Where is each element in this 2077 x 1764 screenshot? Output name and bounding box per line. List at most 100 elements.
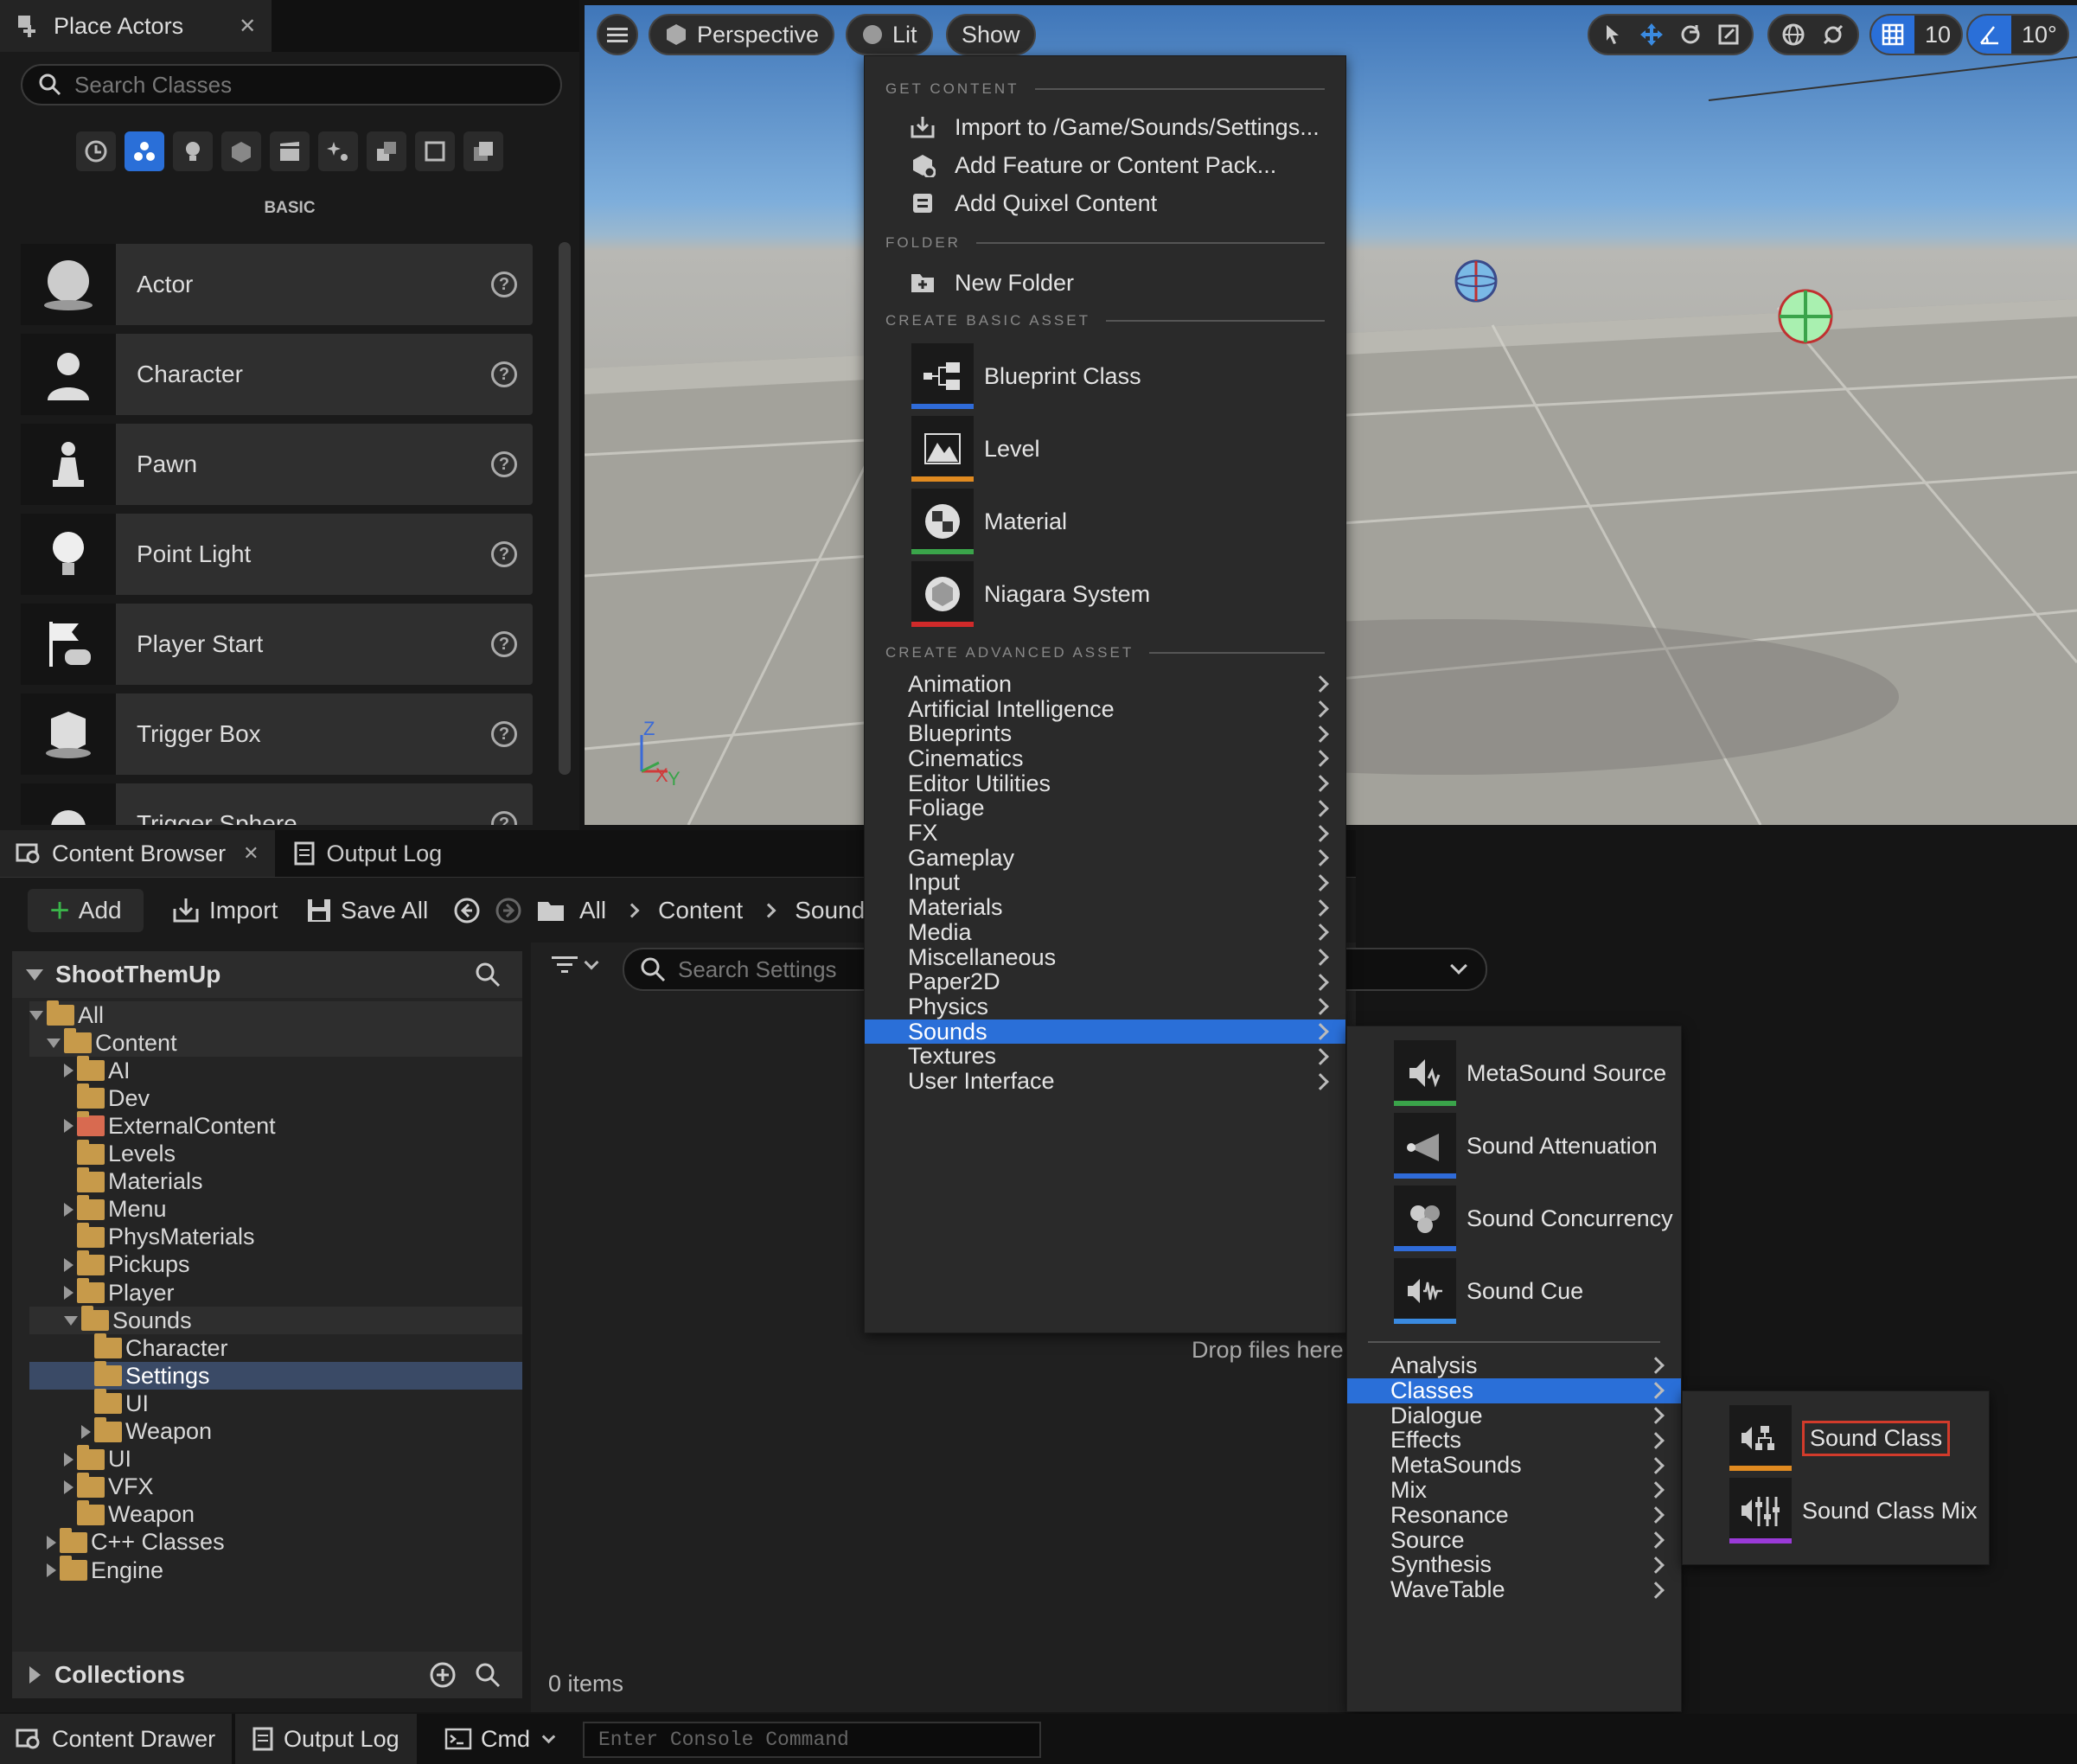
advanced-menu-item[interactable]: Artificial Intelligence [865,696,1345,722]
expand-right-icon[interactable] [64,1064,73,1078]
filter-button[interactable] [552,955,599,975]
expand-right-icon[interactable] [47,1535,56,1550]
rotation-snap-button[interactable]: 10° [1966,14,2069,55]
sounds-submenu-item[interactable]: Classes [1347,1377,1681,1403]
expand-down-icon[interactable] [29,1010,43,1020]
sounds-submenu-item[interactable]: Effects [1347,1427,1681,1453]
select-icon[interactable] [1601,23,1624,46]
search-icon[interactable] [474,961,502,988]
niagara-system-menu-item[interactable]: Niagara System [865,558,1345,630]
move-icon[interactable] [1639,22,1664,47]
project-header[interactable]: ShootThemUp [12,951,522,998]
lit-button[interactable]: Lit [846,14,933,55]
advanced-menu-item[interactable]: Foliage [865,795,1345,821]
expand-right-icon[interactable] [64,1202,73,1217]
advanced-menu-item[interactable]: Miscellaneous [865,944,1345,970]
shapes-icon[interactable] [221,131,261,171]
actor-item-trigger-sphere[interactable]: Trigger Sphere ? [21,783,533,825]
metasound-source-menu-item[interactable]: MetaSound Source [1347,1037,1681,1109]
sounds-submenu-item[interactable]: MetaSounds [1347,1452,1681,1478]
folder-tree-item[interactable]: Content [29,1028,522,1058]
geometry-icon[interactable] [367,131,406,171]
scale-icon[interactable] [1717,23,1740,46]
output-log-tab[interactable]: Output Log [275,830,462,877]
help-icon[interactable]: ? [491,451,517,477]
expand-right-icon[interactable] [64,1286,73,1300]
sound-cue-menu-item[interactable]: Sound Cue [1347,1255,1681,1327]
folder-tree-item[interactable]: Levels [29,1139,522,1168]
folder-tree-item[interactable]: PhysMaterials [29,1222,522,1251]
search-classes-input[interactable]: Search Classes [21,64,562,105]
expand-right-icon[interactable] [81,1424,91,1439]
help-icon[interactable]: ? [491,721,517,747]
place-actors-tab[interactable]: Place Actors ✕ [0,0,272,52]
actor-item-character[interactable]: Character ? [21,334,533,415]
content-drawer-button[interactable]: Content Drawer [0,1714,232,1764]
rotate-icon[interactable] [1679,23,1702,46]
green-sphere-actor[interactable] [1776,287,1835,346]
help-icon[interactable]: ? [491,361,517,387]
expand-right-icon[interactable] [64,1452,73,1467]
sound-attenuation-menu-item[interactable]: Sound Attenuation [1347,1109,1681,1182]
folder-tree-item[interactable]: C++ Classes [29,1527,522,1556]
help-icon[interactable]: ? [491,811,517,825]
recent-icon[interactable] [76,131,116,171]
visual-effects-icon[interactable] [318,131,358,171]
import-button[interactable]: Import [171,889,278,932]
add-quixel-menu-item[interactable]: Add Quixel Content [865,184,1345,222]
folder-tree-item[interactable]: Player [29,1278,522,1307]
collections-header[interactable]: Collections [12,1652,522,1698]
folder-tree-item[interactable]: AI [29,1056,522,1084]
advanced-menu-item[interactable]: Input [865,869,1345,895]
advanced-menu-item[interactable]: Blueprints [865,720,1345,746]
sound-class-menu-item[interactable]: Sound Class [1683,1402,1989,1474]
save-all-button[interactable]: Save All [306,889,428,932]
folder-tree-item[interactable]: VFX [29,1472,522,1501]
surface-snap-icon[interactable] [1821,22,1845,47]
add-feature-menu-item[interactable]: Add Feature or Content Pack... [865,146,1345,184]
folder-tree-item[interactable]: Sounds [29,1306,522,1335]
advanced-menu-item[interactable]: Materials [865,894,1345,920]
lights-icon[interactable] [173,131,213,171]
sounds-submenu-item[interactable]: Synthesis [1347,1551,1681,1577]
folder-tree-item[interactable]: Menu [29,1194,522,1224]
viewport-menu-button[interactable] [597,14,638,55]
folder-tree-item[interactable]: All [29,1000,522,1029]
expand-down-icon[interactable] [47,1038,61,1048]
sound-concurrency-menu-item[interactable]: Sound Concurrency [1347,1182,1681,1255]
chevron-down-icon[interactable] [1450,957,1467,975]
show-button[interactable]: Show [946,14,1036,55]
advanced-menu-item[interactable]: Physics [865,994,1345,1019]
basic-category-icon[interactable] [125,131,164,171]
material-menu-item[interactable]: Material [865,485,1345,558]
world-icon[interactable] [1781,22,1805,47]
content-browser-tab[interactable]: Content Browser ✕ [0,830,275,877]
folder-tree-item[interactable]: ExternalContent [29,1111,522,1140]
sounds-submenu-item[interactable]: Mix [1347,1477,1681,1503]
level-menu-item[interactable]: Level [865,412,1345,485]
actor-item-point-light[interactable]: Point Light ? [21,514,533,595]
advanced-menu-item[interactable]: Gameplay [865,845,1345,871]
cinematic-icon[interactable] [270,131,310,171]
advanced-menu-item[interactable]: Editor Utilities [865,770,1345,796]
add-collection-icon[interactable] [429,1661,457,1689]
help-icon[interactable]: ? [491,631,517,657]
help-icon[interactable]: ? [491,541,517,567]
blueprint-class-menu-item[interactable]: Blueprint Class [865,340,1345,412]
advanced-menu-item[interactable]: Paper2D [865,968,1345,994]
folder-tree-item[interactable]: Character [29,1333,522,1362]
folder-tree-item[interactable]: Settings [29,1361,522,1390]
expand-right-icon[interactable] [64,1480,73,1494]
actor-item-trigger-box[interactable]: Trigger Box ? [21,693,533,775]
actor-item-pawn[interactable]: Pawn ? [21,424,533,505]
back-icon[interactable] [453,897,481,924]
add-button[interactable]: + Add [28,889,144,932]
sounds-submenu-item[interactable]: Resonance [1347,1502,1681,1528]
all-classes-icon[interactable] [463,131,503,171]
breadcrumb-item[interactable]: Content [658,897,743,924]
sounds-submenu-item[interactable]: Dialogue [1347,1403,1681,1428]
actor-item-actor[interactable]: Actor ? [21,244,533,325]
advanced-menu-item[interactable]: Media [865,919,1345,945]
advanced-menu-item[interactable]: Textures [865,1043,1345,1069]
actor-item-player-start[interactable]: Player Start ? [21,604,533,685]
